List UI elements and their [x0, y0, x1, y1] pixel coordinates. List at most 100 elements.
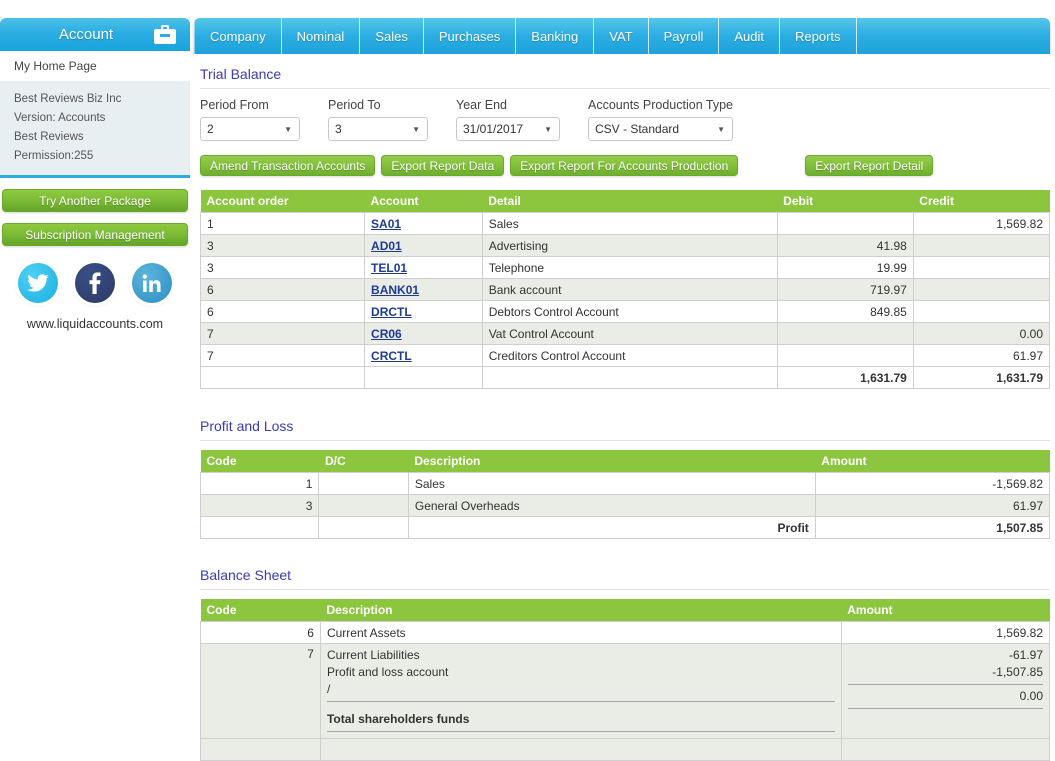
bs-line-slash: /	[327, 681, 835, 698]
bs-divider-1	[327, 701, 835, 702]
cell-order: 1	[201, 213, 365, 235]
main-panel: Company Nominal Sales Purchases Banking …	[194, 18, 1050, 761]
bs-amount-divider-1	[848, 684, 1043, 685]
bs-amount-divider-2	[848, 708, 1043, 709]
cell-credit: 1,569.82	[913, 213, 1049, 235]
table-totals-row: Profit 1,507.85	[201, 517, 1050, 539]
th-code: Code	[201, 450, 319, 473]
account-header: Account	[0, 18, 190, 51]
cell-detail: Vat Control Account	[482, 323, 777, 345]
cell-account: DRCTL	[365, 301, 483, 323]
cell-code: 7	[201, 644, 321, 739]
cell-amount: 1,569.82	[841, 622, 1049, 644]
cell-description: Current Assets	[320, 622, 841, 644]
period-from-value: 2	[207, 122, 214, 136]
cell-description: Sales	[408, 473, 815, 495]
cell-debit: 41.98	[777, 235, 913, 257]
tab-purchases[interactable]: Purchases	[424, 18, 516, 54]
tab-banking[interactable]: Banking	[516, 18, 594, 54]
cell-account: SA01	[365, 213, 483, 235]
try-another-package-button[interactable]: Try Another Package	[2, 189, 188, 212]
cell-total-order	[201, 367, 365, 389]
twitter-icon[interactable]	[18, 263, 58, 303]
cell-credit	[913, 257, 1049, 279]
cell-description-empty	[320, 739, 841, 761]
cell-amount: 61.97	[815, 495, 1049, 517]
th-detail: Detail	[482, 190, 777, 213]
table-row: 1 SA01 Sales 1,569.82	[201, 213, 1050, 235]
export-report-data-button[interactable]: Export Report Data	[381, 155, 504, 176]
cell-detail: Bank account	[482, 279, 777, 301]
period-from-field: Period From 2 ▼	[200, 98, 300, 141]
cell-debit: 849.85	[777, 301, 913, 323]
table-row: 3 TEL01 Telephone 19.99	[201, 257, 1050, 279]
subscription-management-button[interactable]: Subscription Management	[2, 223, 188, 246]
year-end-select[interactable]: 31/01/2017 ▼	[456, 117, 560, 141]
tab-vat[interactable]: VAT	[594, 18, 648, 54]
table-row: 6 DRCTL Debtors Control Account 849.85	[201, 301, 1050, 323]
export-report-detail-button[interactable]: Export Report Detail	[805, 155, 933, 176]
my-home-page-link[interactable]: My Home Page	[0, 51, 190, 81]
table-row: 7 Current Liabilities Profit and loss ac…	[201, 644, 1050, 739]
cell-total-credit: 1,631.79	[913, 367, 1049, 389]
cell-order: 3	[201, 257, 365, 279]
account-link[interactable]: CRCTL	[371, 349, 412, 363]
cell-order: 7	[201, 323, 365, 345]
tab-payroll[interactable]: Payroll	[649, 18, 720, 54]
th-credit: Credit	[913, 190, 1049, 213]
cell-detail: Telephone	[482, 257, 777, 279]
tab-nominal[interactable]: Nominal	[282, 18, 361, 54]
info-package: Best Reviews	[14, 128, 190, 147]
table-totals-row: 1,631.79 1,631.79	[201, 367, 1050, 389]
cell-debit	[777, 323, 913, 345]
table-row: 3 AD01 Advertising 41.98	[201, 235, 1050, 257]
cell-account: CR06	[365, 323, 483, 345]
cell-description-group: Current Liabilities Profit and loss acco…	[320, 644, 841, 739]
account-link[interactable]: BANK01	[371, 283, 419, 297]
cell-credit	[913, 301, 1049, 323]
facebook-icon[interactable]	[75, 263, 115, 303]
website-url[interactable]: www.liquidaccounts.com	[0, 317, 190, 331]
cell-profit-amount: 1,507.85	[815, 517, 1049, 539]
th-debit: Debit	[777, 190, 913, 213]
cell-debit: 719.97	[777, 279, 913, 301]
linkedin-icon[interactable]	[132, 263, 172, 303]
cell-credit	[913, 235, 1049, 257]
chevron-down-icon: ▼	[544, 125, 552, 134]
account-link[interactable]: DRCTL	[371, 305, 412, 319]
period-to-select[interactable]: 3 ▼	[328, 117, 428, 141]
table-row: 7 CRCTL Creditors Control Account 61.97	[201, 345, 1050, 367]
year-end-value: 31/01/2017	[463, 122, 523, 136]
amend-transaction-accounts-button[interactable]: Amend Transaction Accounts	[200, 155, 375, 176]
cell-dc	[319, 473, 408, 495]
export-report-for-accounts-production-button[interactable]: Export Report For Accounts Production	[510, 155, 738, 176]
th-description: Description	[320, 599, 841, 622]
tab-bar-filler	[857, 18, 1050, 54]
cell-description: General Overheads	[408, 495, 815, 517]
account-link[interactable]: SA01	[371, 217, 401, 231]
info-version: Version: Accounts	[14, 109, 190, 128]
th-code: Code	[201, 599, 321, 622]
tab-reports[interactable]: Reports	[780, 18, 857, 54]
period-from-label: Period From	[200, 98, 300, 112]
cell-order: 3	[201, 235, 365, 257]
th-account: Account	[365, 190, 483, 213]
cell-credit: 61.97	[913, 345, 1049, 367]
account-info-box: Best Reviews Biz Inc Version: Accounts B…	[0, 81, 190, 178]
profit-and-loss-table: Code D/C Description Amount 1 Sales -1,5…	[200, 450, 1050, 539]
tab-audit[interactable]: Audit	[719, 18, 780, 54]
period-from-select[interactable]: 2 ▼	[200, 117, 300, 141]
cell-account: AD01	[365, 235, 483, 257]
account-link[interactable]: TEL01	[371, 261, 407, 275]
trial-balance-filters: Period From 2 ▼ Period To 3 ▼ Year End	[200, 98, 1050, 141]
tab-sales[interactable]: Sales	[360, 18, 424, 54]
tab-company[interactable]: Company	[194, 18, 282, 54]
chevron-down-icon: ▼	[284, 125, 292, 134]
bs-amount-profit-and-loss-account: -1,507.85	[848, 664, 1043, 681]
account-link[interactable]: CR06	[371, 327, 402, 341]
accounts-production-type-select[interactable]: CSV - Standard ▼	[588, 117, 733, 141]
cell-credit: 0.00	[913, 323, 1049, 345]
trial-balance-actions: Amend Transaction Accounts Export Report…	[200, 155, 1050, 176]
profit-and-loss-heading: Profit and Loss	[200, 416, 1050, 441]
account-link[interactable]: AD01	[371, 239, 402, 253]
